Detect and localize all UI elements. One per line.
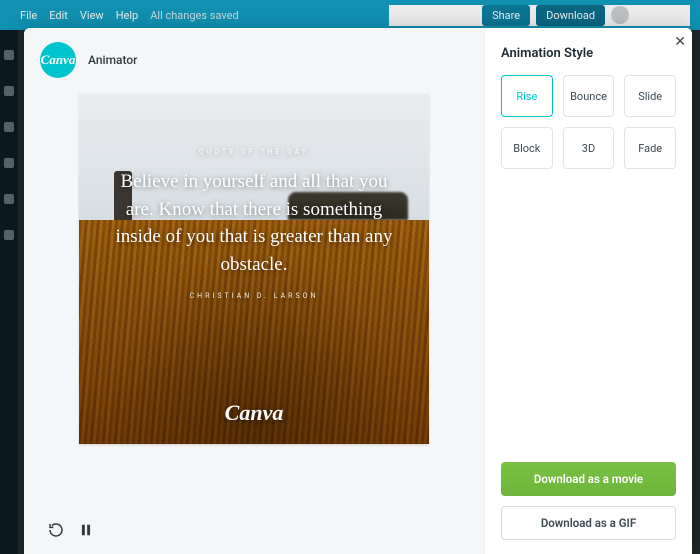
preview-pane: Canva Animator Quote of the Day Believe …: [24, 28, 484, 554]
style-bounce[interactable]: Bounce: [563, 75, 615, 117]
preview-text-overlay: Quote of the Day Believe in yourself and…: [79, 94, 429, 444]
restart-icon[interactable]: [48, 522, 64, 538]
pause-icon[interactable]: [78, 522, 94, 538]
style-slide[interactable]: Slide: [624, 75, 676, 117]
playback-controls: [24, 506, 484, 554]
style-fade[interactable]: Fade: [624, 127, 676, 169]
modal-title: Animator: [88, 53, 137, 67]
panel-title: Animation Style: [501, 46, 676, 61]
style-rise[interactable]: Rise: [501, 75, 553, 117]
preview-quote-text: Believe in yourself and all that you are…: [115, 168, 393, 278]
canva-badge-icon: Canva: [40, 42, 76, 78]
animator-modal: Canva Animator Quote of the Day Believe …: [24, 28, 692, 554]
preview-author: Christian D. Larson: [190, 292, 319, 300]
modal-header: Canva Animator: [24, 28, 484, 88]
style-3d[interactable]: 3D: [563, 127, 615, 169]
design-preview: Quote of the Day Believe in yourself and…: [79, 94, 429, 444]
download-movie-button[interactable]: Download as a movie: [501, 462, 676, 496]
preview-subtitle: Quote of the Day: [199, 148, 309, 156]
download-gif-button[interactable]: Download as a GIF: [501, 506, 676, 540]
close-icon[interactable]: ✕: [674, 34, 686, 50]
animation-panel: Animation Style Rise Bounce Slide Block …: [484, 28, 692, 554]
style-block[interactable]: Block: [501, 127, 553, 169]
preview-canva-watermark: Canva: [79, 400, 429, 426]
style-grid: Rise Bounce Slide Block 3D Fade: [501, 75, 676, 169]
